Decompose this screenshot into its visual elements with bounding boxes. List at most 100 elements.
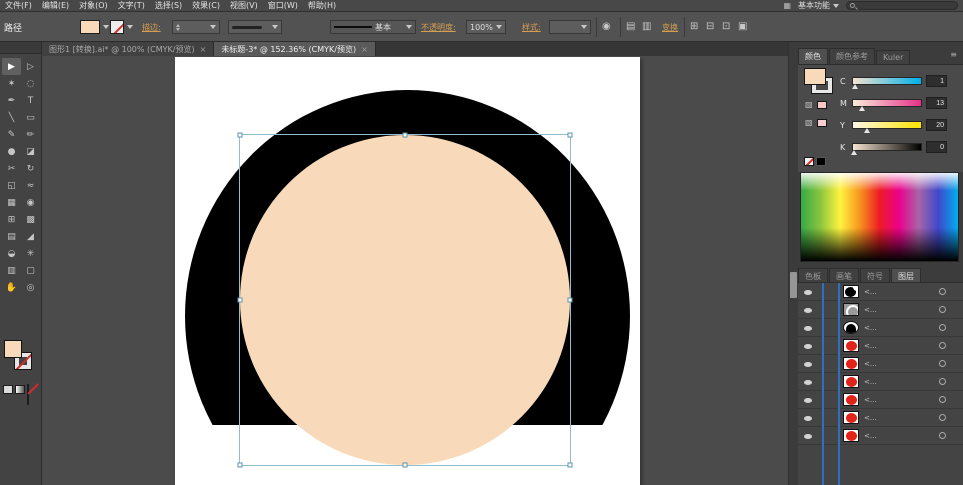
stroke-color-control[interactable] xyxy=(110,20,133,34)
visibility-eye-icon[interactable] xyxy=(804,362,812,367)
layer-name[interactable]: <... xyxy=(864,306,877,314)
selection-tool[interactable]: ▶ xyxy=(2,58,21,75)
align-center-icon[interactable]: ▥ xyxy=(642,20,651,34)
layer-name[interactable]: <... xyxy=(864,342,877,350)
layer-thumbnail[interactable] xyxy=(843,393,859,406)
selection-handle[interactable] xyxy=(238,298,243,303)
eyedropper-tool[interactable]: ◢ xyxy=(21,228,40,245)
selection-handle[interactable] xyxy=(238,133,243,138)
stroke-width-stepper[interactable] xyxy=(176,24,180,31)
shape-builder-tool[interactable]: ◉ xyxy=(21,194,40,211)
blob-brush-tool[interactable]: ● xyxy=(2,143,21,160)
menu-item[interactable]: 选择(S) xyxy=(150,0,187,11)
visibility-eye-icon[interactable] xyxy=(804,308,812,313)
color-slider-thumb[interactable] xyxy=(852,84,858,89)
stroke-panel-link[interactable]: 描边: xyxy=(142,20,161,34)
target-circle-icon[interactable] xyxy=(939,378,946,385)
target-circle-icon[interactable] xyxy=(939,306,946,313)
zoom-tool[interactable]: ◎ xyxy=(21,279,40,296)
panel-tab[interactable]: 颜色 xyxy=(798,48,828,64)
panel-tab[interactable]: Kuler xyxy=(876,50,910,64)
target-circle-icon[interactable] xyxy=(939,432,946,439)
web-safe-color-swatch[interactable] xyxy=(817,119,827,127)
layer-name[interactable]: <... xyxy=(864,414,877,422)
perspective-grid-tool[interactable]: ⊞ xyxy=(2,211,21,228)
free-transform-tool[interactable]: ▦ xyxy=(2,194,21,211)
target-circle-icon[interactable] xyxy=(939,342,946,349)
lasso-tool[interactable]: ◌ xyxy=(21,75,40,92)
color-slider-track[interactable] xyxy=(852,143,922,151)
rotate-tool[interactable]: ↻ xyxy=(21,160,40,177)
menu-item[interactable]: 文字(T) xyxy=(113,0,150,11)
layer-name[interactable]: <... xyxy=(864,360,877,368)
fill-proxy-swatch[interactable] xyxy=(4,340,22,358)
target-circle-icon[interactable] xyxy=(939,324,946,331)
none-mode-button[interactable] xyxy=(27,384,29,405)
fill-color-swatch[interactable] xyxy=(80,20,100,34)
blend-tool[interactable]: ◒ xyxy=(2,245,21,262)
hand-tool[interactable]: ✋ xyxy=(2,279,21,296)
magic-wand-tool[interactable]: ✶ xyxy=(2,75,21,92)
color-mode-button[interactable] xyxy=(3,385,13,394)
menu-item[interactable]: 文件(F) xyxy=(0,0,37,11)
shape-mode-icon[interactable]: ⊡ xyxy=(722,20,730,34)
symbol-sprayer-tool[interactable]: ✳ xyxy=(21,245,40,262)
layer-name[interactable]: <... xyxy=(864,396,877,404)
document-tab[interactable]: 图形1 [转换].ai* @ 100% (CMYK/预览) × xyxy=(42,42,214,56)
visibility-eye-icon[interactable] xyxy=(804,290,812,295)
channel-value-field[interactable] xyxy=(926,97,947,109)
column-graph-tool[interactable]: ▥ xyxy=(2,262,21,279)
visibility-eye-icon[interactable] xyxy=(804,326,812,331)
panel-menu-icon[interactable]: ≡ xyxy=(950,50,961,59)
color-slider-track[interactable] xyxy=(852,121,922,129)
close-icon[interactable]: × xyxy=(361,45,368,54)
mesh-tool[interactable]: ▩ xyxy=(21,211,40,228)
scissors-tool[interactable]: ✂ xyxy=(2,160,21,177)
paintbrush-tool[interactable]: ✎ xyxy=(2,126,21,143)
recolor-artwork-icon[interactable]: ◉ xyxy=(602,20,611,34)
in-gamut-color-swatch[interactable] xyxy=(817,101,827,109)
selection-handle[interactable] xyxy=(238,463,243,468)
visibility-eye-icon[interactable] xyxy=(804,416,812,421)
layer-name[interactable]: <... xyxy=(864,324,877,332)
artboard-tool[interactable]: ▢ xyxy=(21,262,40,279)
close-icon[interactable]: × xyxy=(200,45,207,54)
layer-thumbnail[interactable] xyxy=(843,321,859,334)
visibility-eye-icon[interactable] xyxy=(804,434,812,439)
menu-item[interactable]: 帮助(H) xyxy=(303,0,341,11)
pencil-tool[interactable]: ✏ xyxy=(21,126,40,143)
selection-handle[interactable] xyxy=(568,133,573,138)
menu-item[interactable]: 编辑(E) xyxy=(37,0,74,11)
menu-item[interactable]: 对象(O) xyxy=(74,0,113,11)
layer-thumbnail[interactable] xyxy=(843,339,859,352)
layer-thumbnail[interactable] xyxy=(843,357,859,370)
fill-color-control[interactable] xyxy=(80,20,109,34)
more-options-icon[interactable]: ▣ xyxy=(738,20,747,34)
align-left-icon[interactable]: ▤ xyxy=(626,20,635,34)
scale-tool[interactable]: ◱ xyxy=(2,177,21,194)
target-circle-icon[interactable] xyxy=(939,360,946,367)
workspace-switcher[interactable]: 基本功能 xyxy=(798,0,839,11)
selection-handle[interactable] xyxy=(403,133,408,138)
layer-name[interactable]: <... xyxy=(864,378,877,386)
transform-panel-link[interactable]: 变换 xyxy=(662,20,678,34)
fill-proxy-swatch[interactable] xyxy=(804,68,826,85)
out-of-web-warning-icon[interactable]: ▧ xyxy=(805,119,813,127)
out-of-gamut-warning-icon[interactable]: ▧ xyxy=(805,101,813,109)
selection-bounding-box[interactable] xyxy=(239,134,571,466)
opacity-dropdown[interactable]: 100% xyxy=(466,20,506,34)
layer-name[interactable]: <... xyxy=(864,288,877,296)
style-panel-link[interactable]: 样式: xyxy=(522,20,541,34)
layer-thumbnail[interactable] xyxy=(843,285,859,298)
none-color-swatch[interactable] xyxy=(804,157,814,166)
color-slider-track[interactable] xyxy=(852,99,922,107)
distribute-objects-icon[interactable]: ⊟ xyxy=(706,20,714,34)
width-tool[interactable]: ≈ xyxy=(21,177,40,194)
selection-handle[interactable] xyxy=(568,298,573,303)
opacity-panel-link[interactable]: 不透明度: xyxy=(421,20,456,34)
visibility-eye-icon[interactable] xyxy=(804,380,812,385)
direct-selection-tool[interactable]: ▷ xyxy=(21,58,40,75)
color-slider-track[interactable] xyxy=(852,77,922,85)
gradient-mode-button[interactable] xyxy=(15,385,25,394)
menu-item[interactable]: 窗口(W) xyxy=(263,0,303,11)
